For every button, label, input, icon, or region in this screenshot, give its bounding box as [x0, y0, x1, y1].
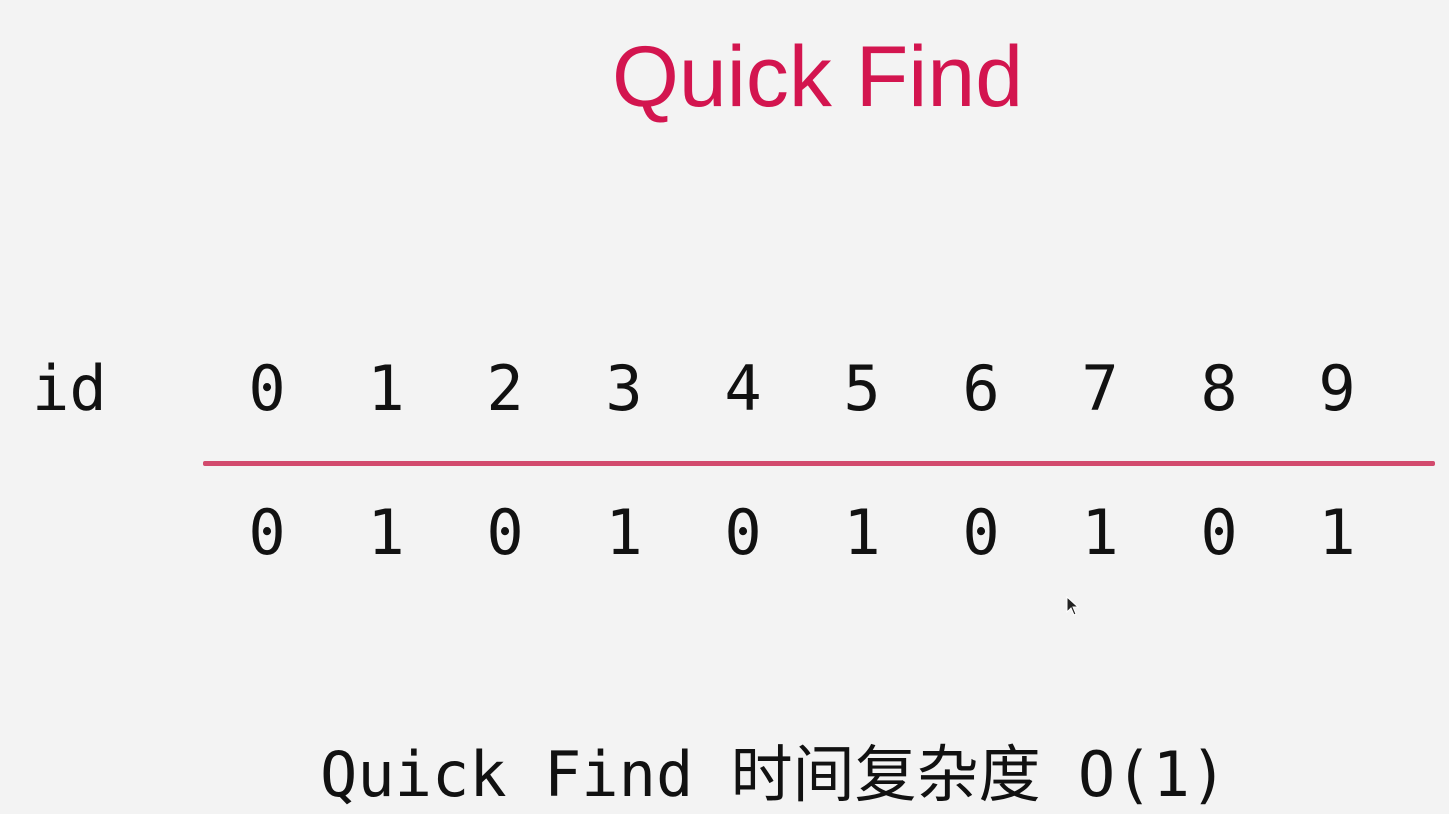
id-value-cell: 0 — [486, 496, 524, 569]
index-row: 0 1 2 3 4 5 6 7 8 9 — [0, 350, 1449, 430]
id-value-cell: 0 — [724, 496, 762, 569]
index-cell: 2 — [486, 352, 524, 425]
id-value-row: 0 1 0 1 0 1 0 1 0 1 — [0, 494, 1449, 574]
id-value-cell: 1 — [843, 496, 881, 569]
index-cell: 4 — [724, 352, 762, 425]
index-cell: 5 — [843, 352, 881, 425]
id-value-cell: 1 — [1318, 496, 1356, 569]
id-value-cell: 0 — [248, 496, 286, 569]
id-value-cell: 0 — [1200, 496, 1238, 569]
id-value-cell: 1 — [1081, 496, 1119, 569]
index-cell: 6 — [962, 352, 1000, 425]
index-cell: 3 — [605, 352, 643, 425]
slide-title: Quick Find — [612, 29, 1024, 125]
mouse-pointer-icon — [1066, 595, 1080, 616]
index-cell: 7 — [1081, 352, 1119, 425]
array-divider-line — [203, 461, 1435, 466]
index-cell: 0 — [248, 352, 286, 425]
index-cell: 8 — [1200, 352, 1238, 425]
id-value-cell: 0 — [962, 496, 1000, 569]
slide: Quick Find id 0 1 2 3 4 5 6 7 8 9 0 1 0 … — [0, 0, 1449, 813]
id-value-cell: 1 — [605, 496, 643, 569]
index-cell: 1 — [367, 352, 405, 425]
complexity-caption: Quick Find 时间复杂度 O(1) — [320, 738, 1228, 811]
id-value-cell: 1 — [367, 496, 405, 569]
index-cell: 9 — [1318, 352, 1356, 425]
